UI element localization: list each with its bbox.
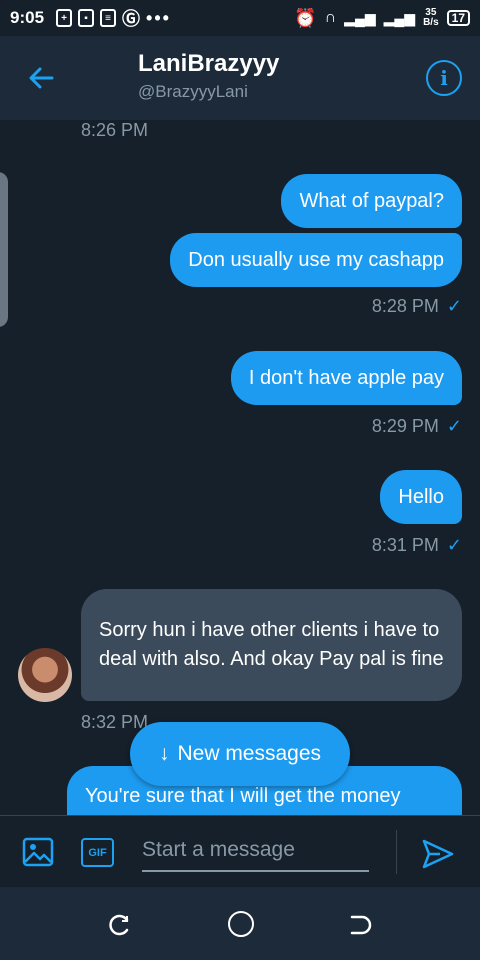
battery-saver-icon: + [56,9,73,27]
info-button[interactable]: i [426,60,462,96]
signal-icon: ▂▄▆ [344,9,376,26]
message-list[interactable]: 8:26 PM What of paypal? Don usually use … [0,120,480,815]
network-speed-unit: B/s [423,17,439,28]
read-check-icon: ✓ [446,416,462,436]
alarm-icon: ⏰ [294,7,317,28]
system-navigation-bar [0,887,480,960]
network-speed: 35 B/s [423,8,439,28]
send-button[interactable] [420,836,456,872]
message-text: I don't have apple pay [248,366,444,389]
timestamp-read: 8:31 PM ✓ [372,535,462,556]
new-messages-label: New messages [177,742,322,765]
back-button[interactable] [24,60,60,96]
timestamp-read: 8:28 PM ✓ [372,296,462,317]
image-icon [22,837,54,867]
recent-apps-icon [109,914,129,936]
gallery-notification-icon: ▪ [78,9,95,27]
arrow-down-icon: ↓ [158,742,170,765]
message-bubble-sent[interactable]: I don't have apple pay [230,351,462,405]
add-image-button[interactable] [22,836,54,868]
timestamp-text: 8:31 PM [371,535,439,555]
read-check-icon: ✓ [446,535,462,555]
battery-icon: 17 [446,10,470,26]
message-text: Don usually use my cashapp [188,248,444,271]
edge-panel-handle[interactable] [0,172,8,327]
message-bubble-sent[interactable]: Don usually use my cashapp [170,233,462,287]
home-button[interactable] [228,911,254,937]
more-notifications-icon: ••• [146,7,171,28]
status-time: 9:05 [10,8,45,27]
arrow-left-icon [29,67,54,89]
message-bubble-received[interactable]: Sorry hun i have other clients i have to… [81,589,462,701]
back-nav-button[interactable] [348,913,372,937]
new-messages-button[interactable]: ↓ New messages [130,722,350,786]
gif-icon: GIF [88,846,107,859]
back-icon [350,915,372,935]
signal-icon-2: ▂▄▆ [383,9,416,26]
conversation-title-block[interactable]: LaniBrazyyy @BrazyyyLani [138,50,279,102]
timestamp: 8:32 PM [81,712,149,732]
recent-apps-button[interactable] [108,913,132,937]
message-text: What of paypal? [299,189,444,212]
notification-icons: + ▪ ≡ Ⓖ ••• [56,5,171,31]
news-notification-icon: ≡ [100,9,117,27]
conversation-header: LaniBrazyyy @BrazyyyLani i [0,36,480,120]
message-composer: GIF [0,815,480,887]
conversation-handle: @BrazyyyLani [138,82,248,101]
timestamp-text: 8:29 PM [371,416,439,436]
message-text: Sorry hun i have other clients i have to… [99,619,444,670]
timestamp-read: 8:29 PM ✓ [372,416,462,437]
status-bar: 9:05 + ▪ ≡ Ⓖ ••• ⏰ ∩ ▂▄▆ ▂▄▆ 35 B/s 17 [0,0,480,36]
conversation-title: LaniBrazyyy [138,50,280,77]
message-text: You're sure that I will get the money [85,785,401,807]
message-bubble-sent[interactable]: Hello [380,470,462,524]
headphones-icon: ∩ [324,9,337,26]
system-icons: ⏰ ∩ ▂▄▆ ▂▄▆ 35 B/s 17 [294,8,470,29]
read-check-icon: ✓ [446,296,462,316]
avatar[interactable] [18,648,72,702]
timestamp: 8:26 PM [81,120,149,140]
message-bubble-sent[interactable]: What of paypal? [281,174,462,228]
send-icon [422,839,454,869]
message-input[interactable] [142,830,369,872]
message-text: Hello [398,485,444,508]
timestamp-text: 8:28 PM [371,296,439,316]
composer-divider [396,830,397,874]
google-icon: Ⓖ [122,9,141,29]
info-icon: i [440,66,448,90]
add-gif-button[interactable]: GIF [81,838,114,867]
